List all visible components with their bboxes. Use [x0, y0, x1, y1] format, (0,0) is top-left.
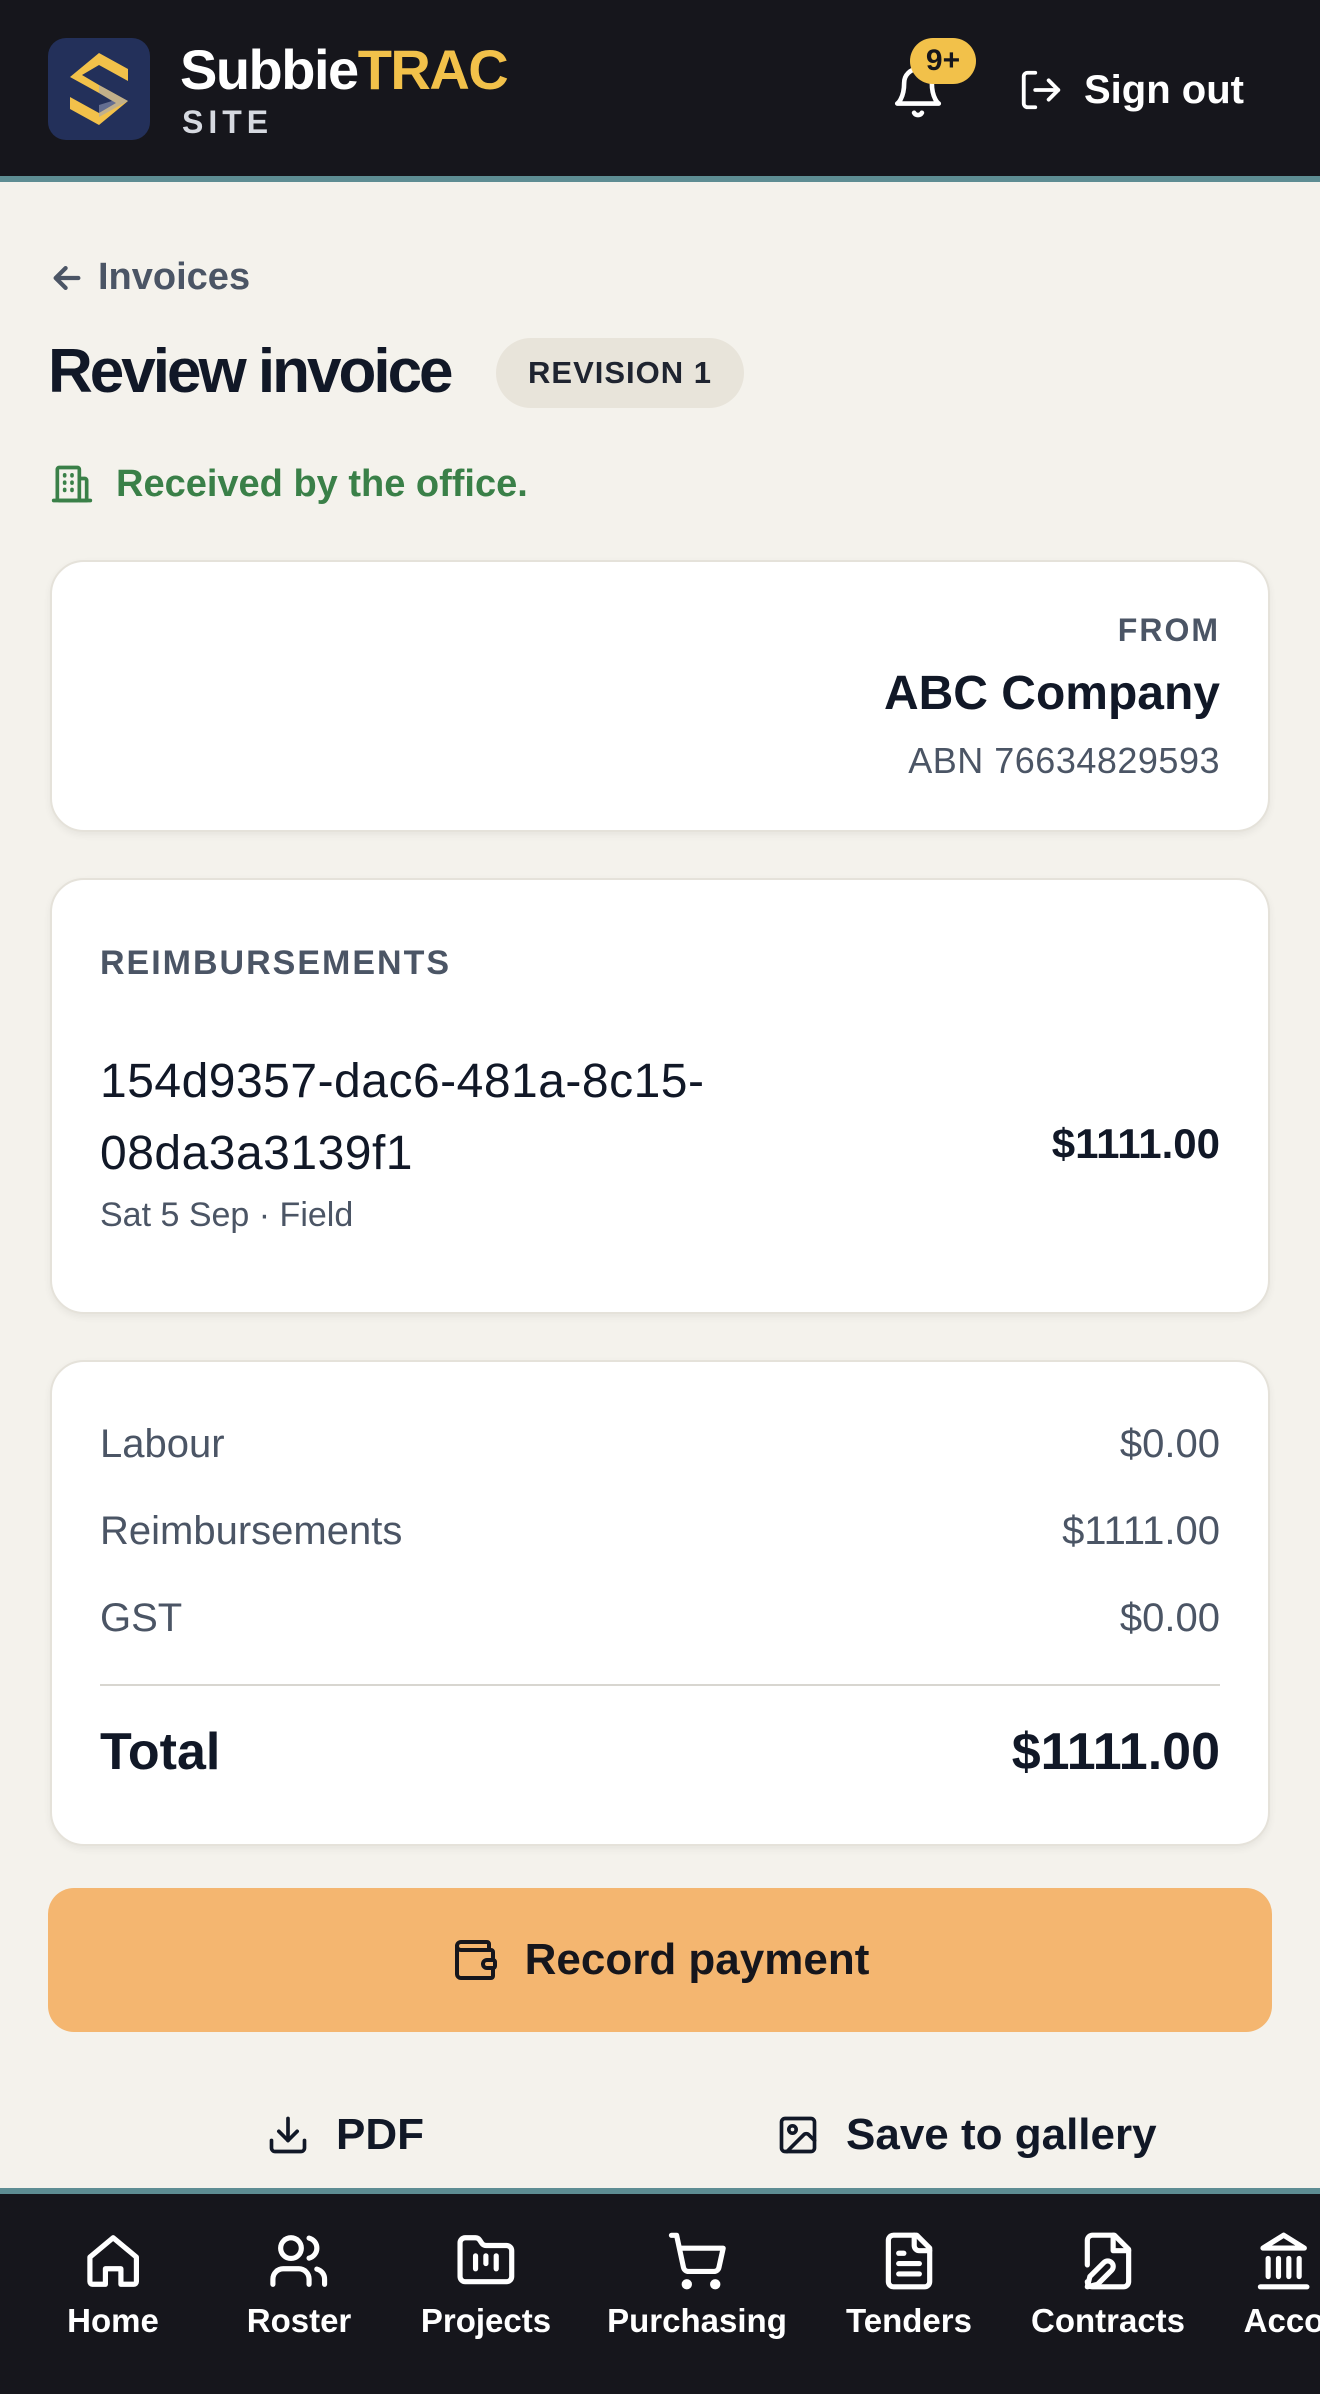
record-payment-button[interactable]: Record payment [48, 1888, 1272, 2032]
app-logo[interactable] [48, 38, 150, 140]
totals-row-value: $1111.00 [1062, 1509, 1220, 1553]
back-to-invoices-link[interactable]: Invoices [50, 256, 250, 299]
download-pdf-button[interactable]: PDF [266, 2100, 424, 2170]
reimbursements-heading: REIMBURSEMENTS [100, 944, 452, 982]
totals-divider [100, 1684, 1220, 1686]
nav-label: Roster [246, 2302, 352, 2339]
wallet-icon [454, 1940, 497, 1980]
nav-label: Projects [420, 2302, 552, 2339]
reimbursement-id-line1: 154d9357-dac6-481a-8c15- [100, 1055, 705, 1108]
nav-label: Acco [1243, 2302, 1320, 2339]
bank-icon [1258, 2232, 1310, 2290]
total-value: $1111.00 [1011, 1723, 1220, 1781]
totals-row-value: $0.00 [1119, 1596, 1220, 1640]
pdf-label: PDF [336, 2110, 424, 2159]
back-label: Invoices [98, 256, 251, 298]
office-building-icon [51, 465, 93, 503]
totals-row-label: Reimbursements [100, 1509, 403, 1553]
arrow-left-icon [53, 265, 81, 290]
users-icon [270, 2235, 328, 2287]
record-payment-label: Record payment [524, 1935, 870, 1984]
totals-row-label: Labour [100, 1422, 225, 1466]
sign-out-icon [1021, 70, 1061, 110]
image-icon [779, 2116, 817, 2154]
top-header: SubbieTRAC SITE 9+ Sign out [0, 0, 1320, 182]
contract-edit-icon [1084, 2232, 1132, 2290]
brand-primary: Subbie [180, 38, 359, 101]
nav-label: Home [67, 2302, 159, 2339]
brand-accent: TRAC [357, 38, 509, 101]
nav-item-tenders[interactable]: Tenders [846, 2230, 972, 2370]
totals-row-reimbursements: Reimbursements $1111.00 [100, 1509, 1220, 1554]
totals-row-labour: Labour $0.00 [100, 1422, 1220, 1467]
notification-count-badge: 9+ [910, 38, 976, 84]
reimbursements-card: REIMBURSEMENTS 154d9357-dac6-481a-8c15- … [50, 878, 1270, 1314]
home-icon [87, 2235, 139, 2287]
nav-item-projects[interactable]: Projects [421, 2230, 551, 2370]
reimbursement-meta: Sat 5 Sep · Field [100, 1196, 354, 1234]
status-message: Received by the office. [50, 462, 528, 506]
folder-icon [457, 2235, 515, 2285]
sign-out-button[interactable]: Sign out [1018, 60, 1244, 120]
nav-item-home[interactable]: Home [67, 2230, 159, 2370]
download-icon [269, 2116, 307, 2154]
status-text: Received by the office. [116, 462, 528, 505]
reimbursement-id-line2: 08da3a3139f1 [100, 1127, 413, 1180]
totals-row-gst: GST $0.00 [100, 1596, 1220, 1641]
reimbursement-id[interactable]: 154d9357-dac6-481a-8c15- 08da3a3139f1 [100, 1046, 800, 1190]
save-to-gallery-button[interactable]: Save to gallery [776, 2100, 1157, 2170]
nav-item-purchasing[interactable]: Purchasing [607, 2230, 787, 2370]
totals-card: Labour $0.00 Reimbursements $1111.00 GST… [50, 1360, 1270, 1846]
totals-row-value: $0.00 [1119, 1422, 1220, 1466]
brand-subtitle: SITE [182, 104, 274, 140]
brand-name: SubbieTRAC [180, 38, 509, 101]
document-icon [885, 2232, 933, 2290]
logo-mark-icon [70, 53, 128, 125]
nav-label: Purchasing [607, 2302, 787, 2339]
totals-row-total: Total $1111.00 [100, 1722, 1220, 1782]
from-label: FROM [1117, 612, 1220, 648]
reimbursement-amount: $1111.00 [1051, 1120, 1220, 1167]
totals-row-label: GST [100, 1596, 183, 1640]
from-abn: ABN 76634829593 [908, 740, 1220, 781]
page-title: Review invoice [48, 337, 454, 406]
save-gallery-label: Save to gallery [846, 2110, 1157, 2159]
nav-label: Contracts [1030, 2302, 1186, 2339]
nav-label: Tenders [846, 2302, 972, 2339]
total-label: Total [100, 1723, 221, 1781]
bottom-navigation: Home Roster Projects Purchasing Tenders … [0, 2188, 1320, 2394]
nav-item-contracts[interactable]: Contracts [1031, 2230, 1185, 2370]
from-company-name: ABC Company [883, 667, 1220, 720]
sign-out-label: Sign out [1084, 67, 1244, 112]
cart-icon [668, 2232, 726, 2290]
nav-item-roster[interactable]: Roster [246, 2230, 352, 2370]
revision-badge: REVISION 1 [496, 338, 744, 408]
nav-item-accounts[interactable]: Acco [1244, 2230, 1320, 2370]
from-card: FROM ABC Company ABN 76634829593 [50, 560, 1270, 832]
